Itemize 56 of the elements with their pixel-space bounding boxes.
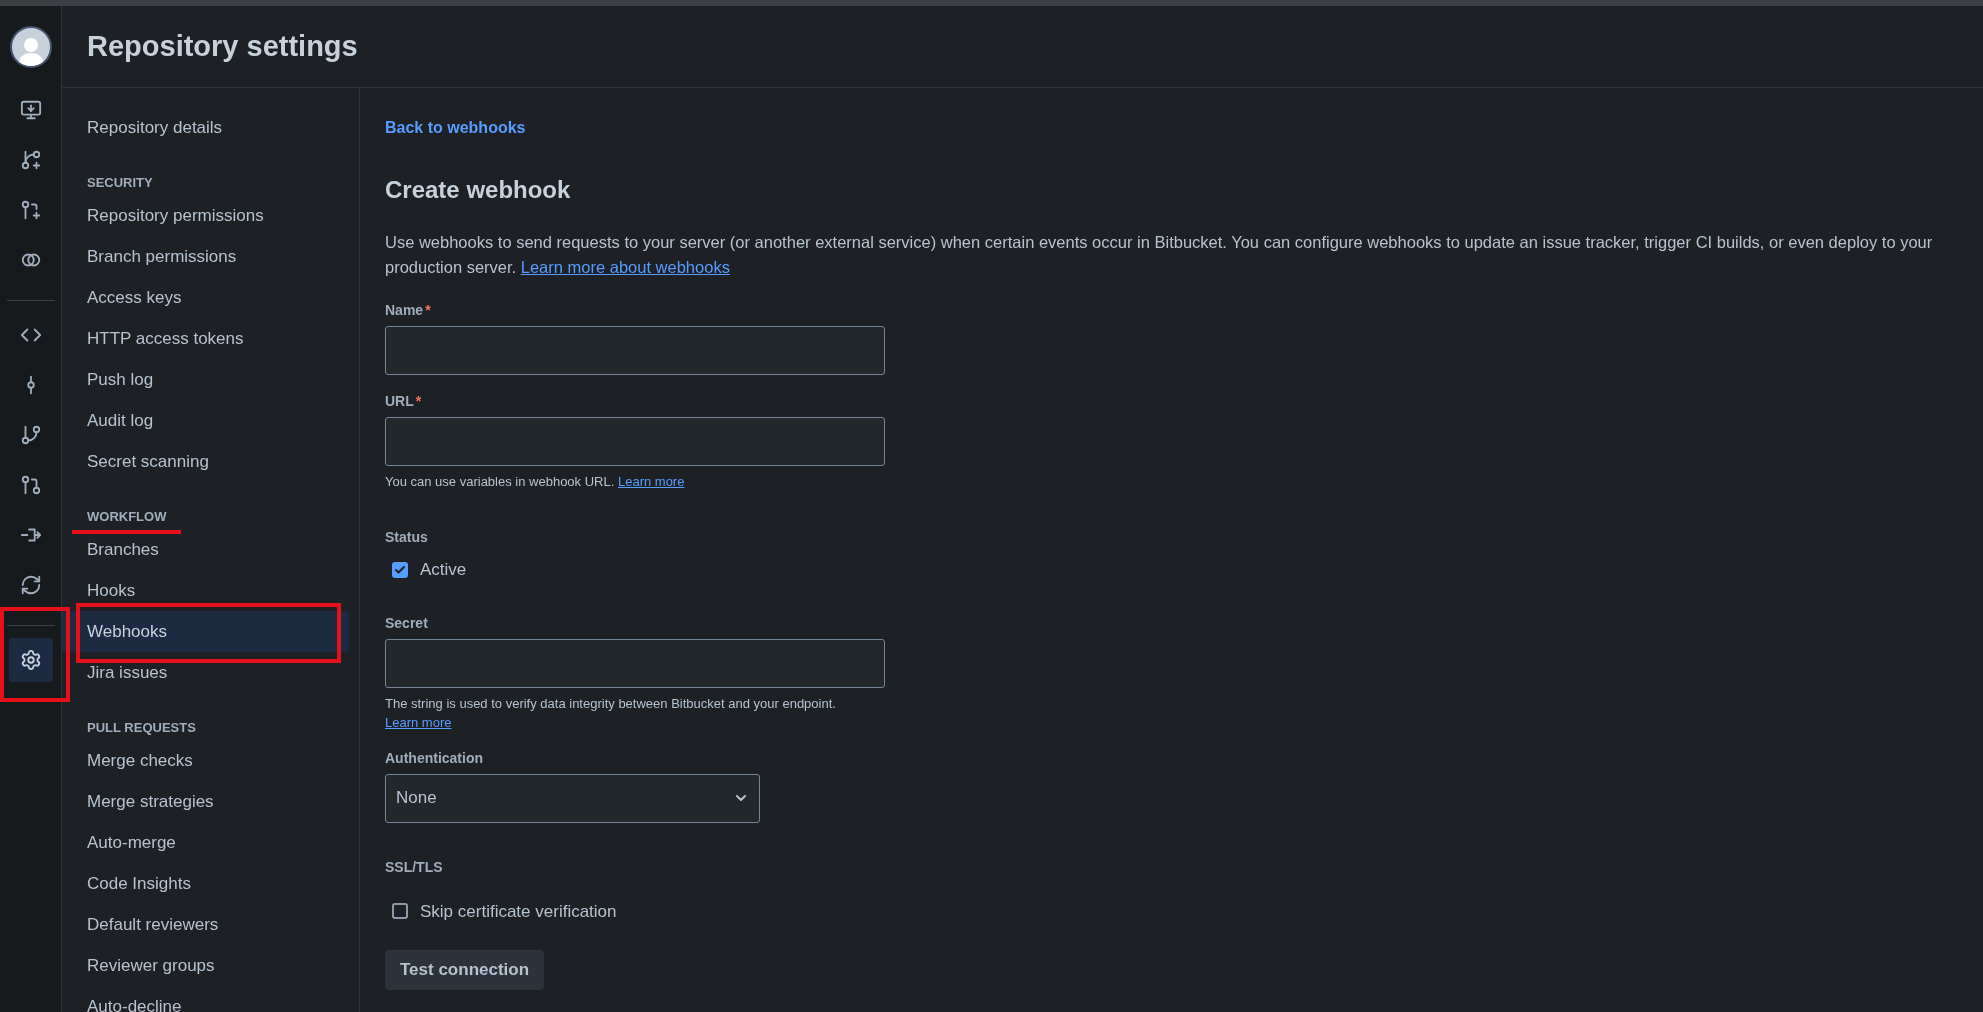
text-field[interactable] bbox=[385, 326, 885, 375]
sidebar-item[interactable]: Repository details bbox=[62, 107, 349, 148]
text-field[interactable] bbox=[385, 638, 885, 688]
checkbox[interactable] bbox=[392, 903, 408, 920]
section-heading: WORKFLOW bbox=[86, 508, 168, 527]
settings-button[interactable] bbox=[8, 638, 53, 682]
sidebar-item[interactable]: Branches bbox=[62, 529, 349, 570]
avatar-icon[interactable] bbox=[9, 26, 52, 68]
help-text: You can use variables in webhook URL. Learn more bbox=[385, 473, 686, 491]
sidebar-item[interactable]: Secret scanning bbox=[62, 441, 349, 482]
branch-icon bbox=[19, 424, 42, 446]
sidebar-item[interactable]: Merge strategies bbox=[62, 781, 349, 822]
pull-request-plus-icon bbox=[19, 199, 42, 221]
section-heading: SECURITY bbox=[86, 174, 154, 193]
field-label: Authentication bbox=[385, 748, 484, 768]
settings-icon bbox=[19, 649, 42, 671]
checkmark-icon bbox=[394, 563, 406, 576]
sidebar-item[interactable]: Merge checks bbox=[62, 740, 349, 781]
branch-plus-icon bbox=[19, 149, 42, 171]
sidebar-item[interactable]: Repository permissions bbox=[62, 195, 349, 236]
field-label: SSL/TLS bbox=[385, 857, 444, 877]
description-text: Use webhooks to send requests to your server (or another external service) when certain events occur in Bitbucket. You can configure webhooks to update an issue tracker, trigger CI builds, or even deploy to your production server. Learn more about webhooks bbox=[385, 232, 1934, 278]
learn-more-link[interactable]: Learn more about webhooks bbox=[520, 258, 730, 276]
field-label: Secret bbox=[385, 613, 429, 633]
test-connection-button[interactable]: Test connection bbox=[385, 950, 545, 990]
help-text: The string is used to verify data integrity between Bitbucket and your endpoint. Learn more bbox=[385, 694, 837, 732]
sidebar-item[interactable]: Branch permissions bbox=[62, 236, 349, 277]
sync-icon bbox=[19, 574, 42, 596]
sidebar-item[interactable]: Code Insights bbox=[62, 863, 349, 904]
text-field[interactable] bbox=[385, 417, 885, 466]
checkbox-label: Skip certificate verification bbox=[420, 900, 617, 923]
sidebar-item[interactable]: Auto-merge bbox=[62, 822, 349, 863]
authentication-select[interactable]: None bbox=[385, 773, 760, 823]
field-label: Status bbox=[385, 528, 429, 547]
sidebar-item[interactable]: Push log bbox=[62, 359, 349, 400]
form-heading: Create webhook bbox=[385, 175, 572, 205]
monitor-download-icon bbox=[19, 99, 42, 121]
checkbox[interactable] bbox=[392, 561, 408, 578]
sidebar-item[interactable]: Jira issues bbox=[62, 652, 349, 693]
back-link[interactable]: Back to webhooks bbox=[385, 119, 526, 136]
learn-more-link[interactable]: Learn more bbox=[617, 474, 685, 489]
field-label: URL* bbox=[385, 392, 423, 411]
sidebar-item[interactable]: HTTP access tokens bbox=[62, 318, 349, 359]
field-label: Name* bbox=[385, 301, 432, 320]
sidebar-item[interactable]: Auto-decline bbox=[62, 986, 349, 1012]
sidebar-item[interactable]: Reviewer groups bbox=[62, 945, 349, 986]
sidebar-item[interactable]: Hooks bbox=[62, 570, 349, 611]
section-heading: PULL REQUESTS bbox=[86, 719, 197, 738]
sidebar-item[interactable]: Default reviewers bbox=[62, 904, 349, 945]
learn-more-link[interactable]: Learn more bbox=[385, 714, 452, 730]
sidebar-item[interactable]: Access keys bbox=[62, 277, 349, 318]
sidebar-item[interactable]: Audit log bbox=[62, 400, 349, 441]
checkbox-label: Active bbox=[420, 559, 467, 581]
pull-request-icon bbox=[19, 474, 42, 496]
sidebar-item[interactable]: Webhooks bbox=[62, 611, 349, 652]
page-title: Repository settings bbox=[87, 28, 358, 64]
